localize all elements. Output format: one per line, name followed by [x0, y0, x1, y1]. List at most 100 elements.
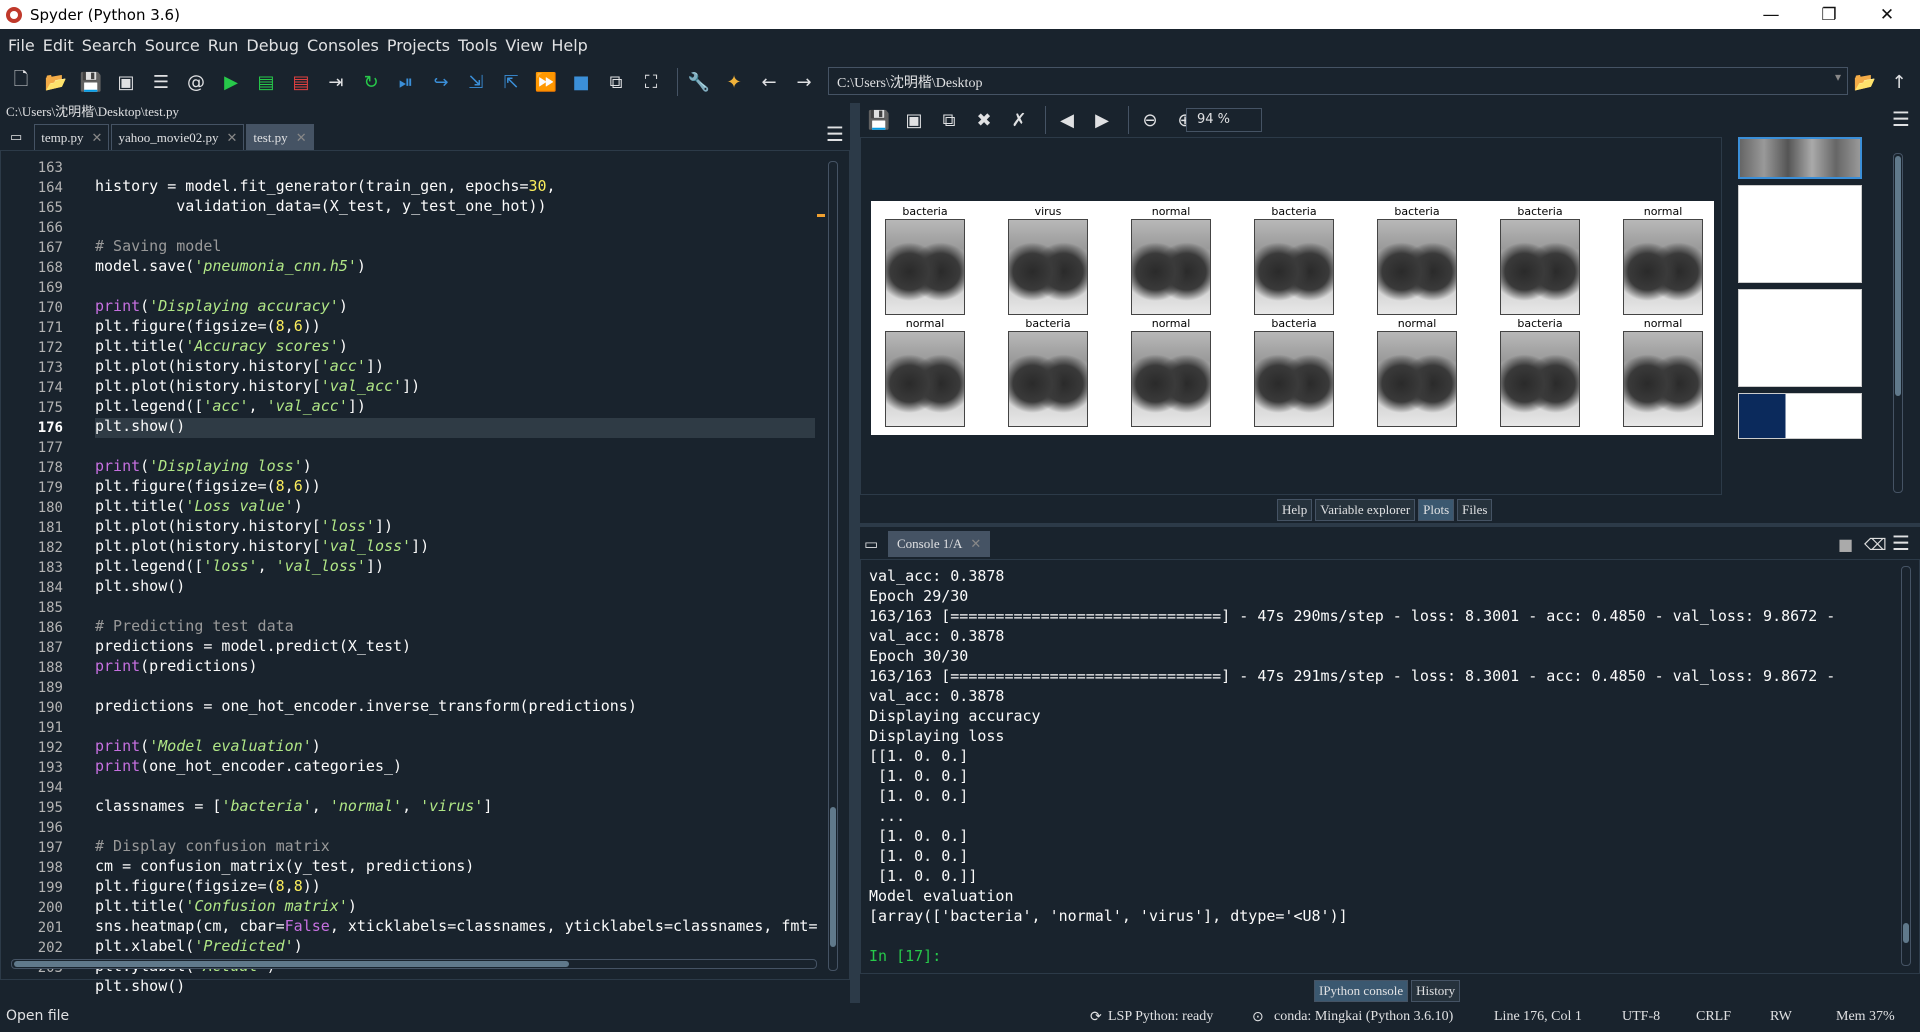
- ipython-console[interactable]: val_acc: 0.3878 Epoch 29/30 163/163 [=====…: [860, 559, 1920, 974]
- line-number: 200: [37, 900, 63, 916]
- stop-icon[interactable]: ■: [566, 67, 596, 97]
- close-icon[interactable]: ✕: [92, 130, 103, 146]
- console-scrollbar[interactable]: [1901, 566, 1911, 966]
- tab-console-1a[interactable]: Console 1/A ✕: [888, 531, 991, 557]
- thumbnail-xray-grid[interactable]: [1738, 137, 1862, 179]
- menu-source[interactable]: Source: [141, 36, 204, 55]
- remove-all-plots-icon[interactable]: ✗: [1004, 105, 1034, 135]
- lsp-status[interactable]: LSP Python: ready: [1108, 1009, 1213, 1025]
- menu-search[interactable]: Search: [78, 36, 141, 55]
- menu-help[interactable]: Help: [547, 36, 591, 55]
- code-editor[interactable]: 163 164 165 166 167 168 169 170 171 172 173 174 175 1…: [0, 150, 850, 995]
- tab-history[interactable]: History: [1411, 980, 1461, 1002]
- minimize-button[interactable]: —: [1742, 0, 1800, 29]
- close-button[interactable]: ✕: [1858, 0, 1916, 29]
- cursor-position: Line 176, Col 1: [1494, 1009, 1582, 1024]
- clear-console-icon[interactable]: ⌫: [1864, 535, 1887, 554]
- console-line: 163/163 [==============================]…: [869, 607, 1836, 625]
- tab-test-py[interactable]: test.py ✕: [246, 124, 314, 150]
- previous-plot-icon[interactable]: ◀: [1052, 105, 1082, 135]
- horizontal-splitter[interactable]: [860, 523, 1920, 527]
- tab-yahoo-movie02-py[interactable]: yahoo_movie02.py ✕: [111, 124, 245, 150]
- menu-view[interactable]: View: [501, 36, 547, 55]
- remove-plot-icon[interactable]: ✖: [969, 105, 999, 135]
- conda-env-status[interactable]: conda: Mingkai (Python 3.6.10): [1274, 1009, 1453, 1025]
- open-file-icon[interactable]: 📂: [41, 67, 71, 97]
- forward-arrow-icon[interactable]: →: [789, 67, 819, 97]
- rerun-icon[interactable]: ↻: [356, 67, 386, 97]
- tab-ipython-console[interactable]: IPython console: [1314, 980, 1409, 1002]
- fullscreen-icon[interactable]: ⛶: [636, 67, 666, 97]
- new-file-icon[interactable]: 🗋: [6, 67, 36, 97]
- save-plot-icon[interactable]: 💾: [864, 105, 894, 135]
- zoom-field[interactable]: 94 %: [1186, 108, 1262, 132]
- line-number: 197: [37, 840, 63, 856]
- save-icon[interactable]: 💾: [76, 67, 106, 97]
- code-content[interactable]: history = model.fit_generator(train_gen,…: [95, 158, 817, 1032]
- next-plot-icon[interactable]: ▶: [1087, 105, 1117, 135]
- pane-splitter[interactable]: [850, 103, 860, 1003]
- run-cell-icon[interactable]: ▤: [251, 67, 281, 97]
- menu-edit[interactable]: Edit: [39, 36, 78, 55]
- tab-variable-explorer[interactable]: Variable explorer: [1315, 499, 1416, 521]
- thumbnail-loss-plot[interactable]: [1738, 289, 1862, 387]
- menu-projects[interactable]: Projects: [383, 36, 454, 55]
- working-directory-input[interactable]: C:\Users\沈明楷\Desktop ▾: [828, 67, 1848, 95]
- preferences-wrench-icon[interactable]: 🔧: [684, 67, 714, 97]
- browse-tabs-icon[interactable]: ▭: [0, 124, 33, 150]
- menu-run[interactable]: Run: [204, 36, 243, 55]
- line-number: 172: [37, 340, 63, 356]
- step-return-icon[interactable]: ⇱: [496, 67, 526, 97]
- close-icon[interactable]: ✕: [970, 536, 981, 552]
- step-icon[interactable]: ↪: [426, 67, 456, 97]
- plots-options-menu-icon[interactable]: ☰: [1892, 107, 1910, 131]
- editor-options-menu-icon[interactable]: ☰: [826, 122, 844, 146]
- line-number: 176: [37, 420, 63, 436]
- tab-temp-py[interactable]: temp.py ✕: [34, 124, 110, 150]
- menu-debug[interactable]: Debug: [242, 36, 303, 55]
- chevron-down-icon[interactable]: ▾: [1835, 70, 1841, 85]
- thumbnails-scrollbar[interactable]: [1893, 153, 1903, 493]
- browse-tabs-icon[interactable]: ▭: [864, 535, 878, 553]
- thumbnail-confusion-matrix[interactable]: [1738, 393, 1862, 439]
- console-options-menu-icon[interactable]: ☰: [1892, 531, 1910, 555]
- maximize-button[interactable]: ❐: [1800, 0, 1858, 29]
- browse-folder-icon[interactable]: 📂: [1850, 67, 1880, 97]
- run-selection-icon[interactable]: ⇥: [321, 67, 351, 97]
- console-line: Displaying accuracy: [869, 707, 1041, 725]
- run-cell-advance-icon[interactable]: ▤: [286, 67, 316, 97]
- maximize-pane-icon[interactable]: ⧉: [601, 67, 631, 97]
- python-path-icon[interactable]: ✦: [719, 67, 749, 97]
- read-write-status: RW: [1770, 1009, 1792, 1024]
- zoom-out-icon[interactable]: ⊖: [1135, 105, 1165, 135]
- stop-kernel-icon[interactable]: ■: [1838, 535, 1853, 554]
- save-all-icon[interactable]: ▣: [111, 67, 141, 97]
- status-bar: Open file ⟳ LSP Python: ready ⊙ conda: M…: [0, 1004, 1920, 1030]
- step-into-icon[interactable]: ⇲: [461, 67, 491, 97]
- copy-plot-icon[interactable]: ⧉: [934, 105, 964, 135]
- menu-tools[interactable]: Tools: [454, 36, 501, 55]
- continue-icon[interactable]: ⏩: [531, 67, 561, 97]
- parent-dir-icon[interactable]: ↑: [1884, 67, 1914, 97]
- line-number: 181: [37, 520, 63, 536]
- debug-icon[interactable]: ⏯: [391, 67, 421, 97]
- close-icon[interactable]: ✕: [296, 130, 307, 146]
- tab-plots[interactable]: Plots: [1418, 499, 1455, 521]
- at-icon[interactable]: @: [181, 67, 211, 97]
- line-number: 187: [37, 640, 63, 656]
- line-number: 182: [37, 540, 63, 556]
- close-icon[interactable]: ✕: [226, 130, 237, 146]
- thumbnail-accuracy-plot[interactable]: [1738, 185, 1862, 283]
- tab-help[interactable]: Help: [1277, 499, 1313, 521]
- save-all-plots-icon[interactable]: ▣: [899, 105, 929, 135]
- menu-consoles[interactable]: Consoles: [303, 36, 383, 55]
- plot-canvas[interactable]: bacteria virus normal bacteria bacteria bacte…: [860, 137, 1722, 495]
- console-line: 163/163 [==============================]…: [869, 667, 1836, 685]
- back-arrow-icon[interactable]: ←: [754, 67, 784, 97]
- tab-files[interactable]: Files: [1457, 499, 1493, 521]
- editor-vertical-scrollbar[interactable]: [828, 161, 838, 971]
- editor-horizontal-scrollbar[interactable]: [11, 959, 817, 969]
- run-icon[interactable]: ▶: [216, 67, 246, 97]
- outline-icon[interactable]: ☰: [146, 67, 176, 97]
- menu-file[interactable]: File: [4, 36, 39, 55]
